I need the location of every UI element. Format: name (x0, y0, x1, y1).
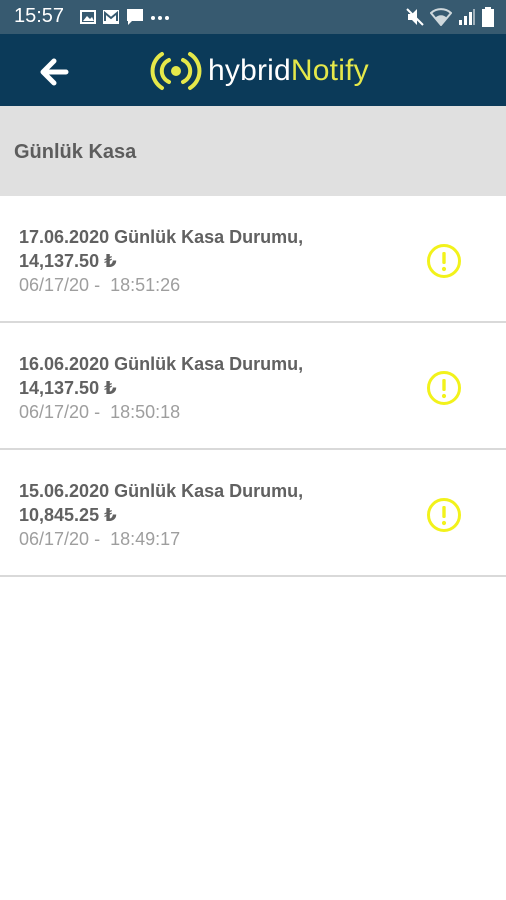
section-title: Günlük Kasa (14, 141, 137, 163)
broadcast-icon (150, 52, 202, 90)
status-left-icons (80, 8, 170, 26)
notification-item[interactable]: 16.06.2020 Günlük Kasa Durumu, 14,137.50… (0, 323, 506, 450)
signal-icon (459, 9, 475, 25)
warning-icon (427, 498, 461, 532)
gallery-icon (103, 10, 119, 24)
status-time: 15:57 (14, 5, 65, 27)
warning-icon (427, 371, 461, 405)
notification-time: 06/17/20 - 18:49:17 (19, 529, 181, 549)
image-icon (80, 10, 96, 24)
logo-text: hybridNotify (208, 54, 369, 88)
status-right-icons (406, 7, 494, 27)
notification-time: 06/17/20 - 18:51:26 (19, 275, 181, 295)
notification-item[interactable]: 17.06.2020 Günlük Kasa Durumu, 14,137.50… (0, 196, 506, 323)
more-icon (151, 16, 169, 20)
app-bar: hybridNotify (0, 34, 506, 106)
message-icon (127, 9, 143, 25)
notification-item[interactable]: 15.06.2020 Günlük Kasa Durumu, 10,845.25… (0, 450, 506, 577)
status-bar: 15:57 (0, 0, 506, 34)
logo-text-notify: Notify (290, 54, 369, 87)
back-button[interactable] (36, 54, 72, 90)
notification-title: 15.06.2020 Günlük Kasa Durumu, 10,845.25… (19, 481, 304, 525)
notification-title: 16.06.2020 Günlük Kasa Durumu, 14,137.50… (19, 354, 304, 398)
section-header: Günlük Kasa (0, 106, 506, 196)
battery-icon (482, 7, 494, 27)
notification-title: 17.06.2020 Günlük Kasa Durumu, 14,137.50… (19, 227, 304, 271)
notification-list: 17.06.2020 Günlük Kasa Durumu, 14,137.50… (0, 196, 506, 577)
wifi-icon (430, 8, 452, 26)
warning-icon (427, 244, 461, 278)
app-logo: hybridNotify (150, 48, 369, 94)
logo-text-hybrid: hybrid (208, 54, 291, 87)
mute-icon (406, 8, 424, 26)
back-arrow-icon (40, 58, 69, 86)
notification-time: 06/17/20 - 18:50:18 (19, 402, 181, 422)
